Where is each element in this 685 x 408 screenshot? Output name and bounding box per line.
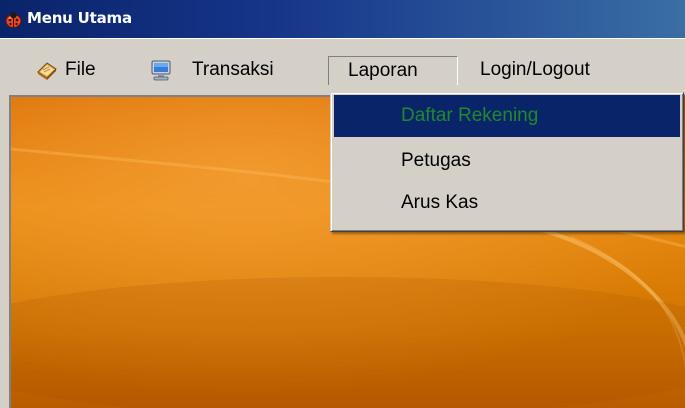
menu-file[interactable]: File <box>36 55 132 85</box>
ladybug-icon[interactable] <box>4 11 23 28</box>
menu-item-arus-kas[interactable]: Arus Kas <box>334 182 680 224</box>
menu-bar: File Transaksi Laporan Login/Logout <box>0 38 685 91</box>
menu-item-arus-kas-label: Arus Kas <box>401 192 479 213</box>
menu-login-logout-label: Login/Logout <box>480 59 590 80</box>
computer-icon <box>150 59 172 81</box>
book-icon <box>36 59 58 81</box>
menu-transaksi[interactable]: Transaksi <box>150 55 312 85</box>
menu-laporan[interactable]: Laporan <box>328 56 458 85</box>
main-window: Menu Utama File Transaksi Laporan Login/… <box>0 0 685 408</box>
menu-transaksi-label: Transaksi <box>192 59 274 80</box>
laporan-dropdown-menu: Daftar Rekening Petugas Arus Kas <box>330 92 684 232</box>
menu-item-daftar-rekening-label: Daftar Rekening <box>401 105 539 126</box>
window-title: Menu Utama <box>27 9 132 27</box>
menu-item-daftar-rekening[interactable]: Daftar Rekening <box>334 95 680 137</box>
menu-item-petugas-label: Petugas <box>401 150 471 171</box>
menu-login-logout[interactable]: Login/Logout <box>480 55 640 85</box>
menu-file-label: File <box>65 59 96 80</box>
title-bar[interactable]: Menu Utama <box>0 0 685 38</box>
menu-laporan-label: Laporan <box>348 60 418 81</box>
menu-item-petugas[interactable]: Petugas <box>334 140 680 182</box>
